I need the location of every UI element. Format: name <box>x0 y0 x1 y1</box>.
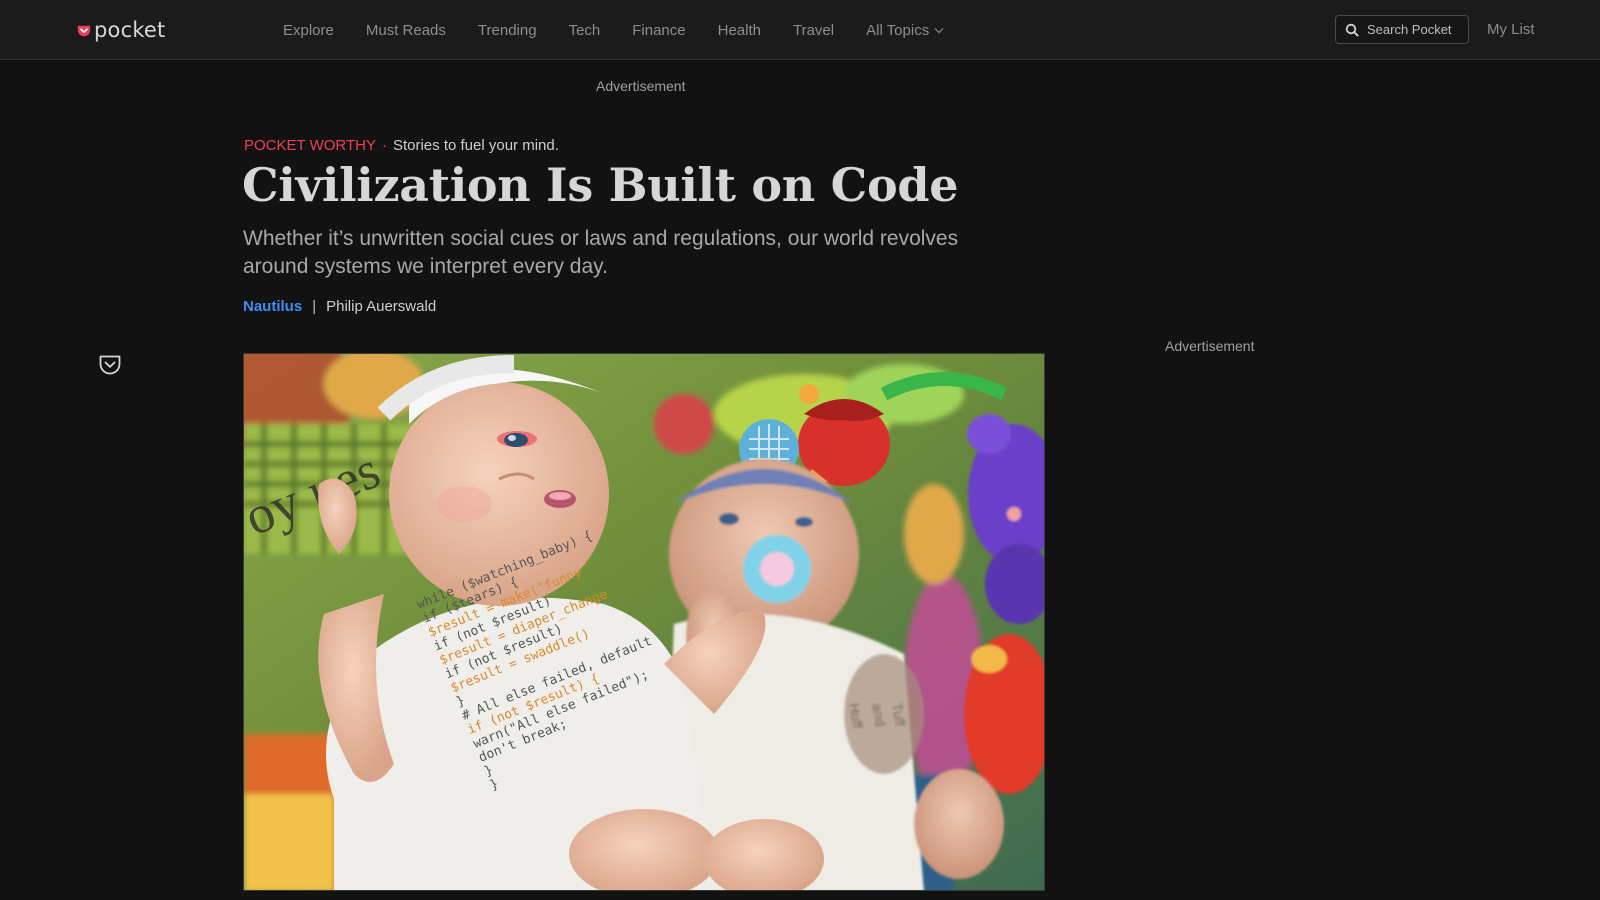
nav-must-reads[interactable]: Must Reads <box>366 22 446 39</box>
pocket-logo-icon <box>77 25 91 37</box>
save-to-pocket-icon[interactable] <box>98 353 122 377</box>
eyebrow-separator: · <box>381 137 387 154</box>
top-nav-bar: pocket Explore Must Reads Trending Tech … <box>0 0 1600 60</box>
eyebrow-tagline: Stories to fuel your mind. <box>392 137 559 154</box>
search-icon <box>1345 23 1359 37</box>
chevron-down-icon <box>934 27 944 33</box>
pocket-worthy-label[interactable]: POCKET WORTHY <box>244 137 376 154</box>
nav-health[interactable]: Health <box>718 22 761 39</box>
article-title: Civilization Is Built on Code <box>242 158 959 212</box>
sidebar-advertisement-label: Advertisement <box>1165 338 1255 354</box>
article-eyebrow: POCKET WORTHY · Stories to fuel your mind. <box>244 137 559 154</box>
nav-travel[interactable]: Travel <box>793 22 834 39</box>
top-advertisement-label: Advertisement <box>596 78 686 94</box>
pocket-logo[interactable]: pocket <box>77 17 166 43</box>
article-subtitle: Whether it’s unwritten social cues or la… <box>243 227 959 278</box>
logo-wordmark: pocket <box>94 18 166 42</box>
nav-all-topics-label: All Topics <box>866 21 930 39</box>
nav-finance[interactable]: Finance <box>632 22 685 39</box>
search-box[interactable] <box>1335 15 1469 44</box>
topic-nav: Explore Must Reads Trending Tech Finance… <box>283 0 976 60</box>
author-name: Philip Auerswald <box>326 298 437 315</box>
nav-explore[interactable]: Explore <box>283 22 334 39</box>
article-hero-image: oy ues Huff and Tuff while ($watching_ba… <box>243 353 1045 891</box>
search-input[interactable] <box>1367 22 1462 37</box>
nav-all-topics[interactable]: All Topics <box>866 22 944 39</box>
hero-illustration: oy ues Huff and Tuff while ($watching_ba… <box>244 354 1044 890</box>
my-list-link[interactable]: My List <box>1487 21 1535 38</box>
byline-separator: | <box>312 298 317 315</box>
publisher-link[interactable]: Nautilus <box>243 298 302 315</box>
nav-tech[interactable]: Tech <box>569 22 601 39</box>
article-byline: Nautilus | Philip Auerswald <box>243 298 436 315</box>
nav-trending[interactable]: Trending <box>478 22 537 39</box>
